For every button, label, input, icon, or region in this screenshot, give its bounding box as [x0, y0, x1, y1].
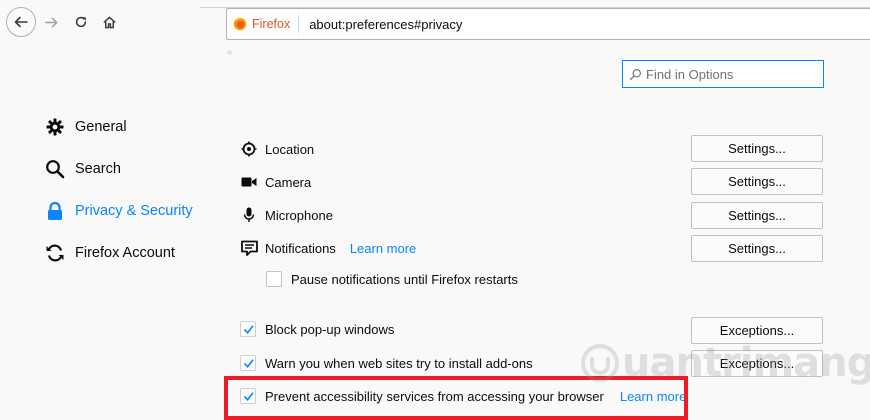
camera-icon: [240, 173, 258, 191]
camera-settings-button[interactable]: Settings...: [691, 168, 823, 195]
microphone-settings-button[interactable]: Settings...: [691, 202, 823, 229]
permission-microphone: Microphone: [240, 204, 333, 226]
notifications-settings-button[interactable]: Settings...: [691, 235, 823, 262]
identity-box[interactable]: Firefox: [233, 15, 300, 33]
notifications-learn-more-link[interactable]: Learn more: [350, 241, 416, 256]
find-in-options-input[interactable]: [646, 66, 816, 82]
checkmark-icon: [243, 358, 253, 368]
forward-arrow-icon: [44, 17, 57, 27]
sidebar-item-label: General: [75, 119, 127, 135]
decorative-dot: [227, 50, 232, 55]
sidebar-item-label: Privacy & Security: [75, 203, 193, 219]
pause-notifications-row: Pause notifications until Firefox restar…: [266, 268, 518, 290]
permission-label: Microphone: [265, 207, 333, 223]
permission-label: Camera: [265, 174, 312, 190]
find-in-options-box[interactable]: [622, 60, 824, 88]
popup-exceptions-button[interactable]: Exceptions...: [691, 317, 823, 344]
lock-icon: [44, 200, 66, 222]
block-popups-label: Block pop-up windows: [265, 321, 395, 337]
block-popups-row: Block pop-up windows: [240, 318, 394, 340]
warn-addons-label: Warn you when web sites try to install a…: [265, 355, 533, 371]
back-button[interactable]: [6, 7, 36, 37]
highlight-box: [224, 376, 688, 420]
sidebar-item-label: Firefox Account: [75, 245, 175, 261]
microphone-icon: [240, 206, 258, 224]
checkmark-icon: [243, 324, 253, 334]
sidebar-item-firefox-account[interactable]: Firefox Account: [44, 240, 175, 266]
search-icon: [629, 68, 641, 80]
warn-addons-row: Warn you when web sites try to install a…: [240, 352, 533, 374]
gear-icon: [44, 116, 66, 138]
pause-notifications-checkbox[interactable]: [266, 271, 282, 287]
firefox-logo-icon: [233, 17, 247, 31]
addons-exceptions-button[interactable]: Exceptions...: [691, 350, 823, 377]
identity-label: Firefox: [252, 17, 291, 31]
sidebar-item-privacy-security[interactable]: Privacy & Security: [44, 198, 193, 224]
url-text[interactable]: about:preferences#privacy: [299, 17, 462, 32]
permission-label: Notifications: [265, 240, 336, 256]
sidebar-item-label: Search: [75, 161, 121, 177]
notification-icon: [240, 239, 258, 257]
permission-camera: Camera: [240, 171, 311, 193]
home-button[interactable]: [98, 8, 120, 36]
sidebar-item-search[interactable]: Search: [44, 156, 121, 182]
forward-button[interactable]: [40, 8, 62, 36]
sync-icon: [44, 242, 66, 264]
search-icon: [44, 158, 66, 180]
home-icon: [102, 16, 116, 28]
block-popups-checkbox[interactable]: [240, 321, 256, 337]
back-arrow-icon: [14, 16, 28, 28]
url-bar[interactable]: Firefox about:preferences#privacy: [226, 8, 870, 40]
sidebar-item-general[interactable]: General: [44, 114, 127, 140]
reload-icon: [75, 16, 87, 28]
permission-notifications: Notifications Learn more: [240, 237, 416, 259]
warn-addons-checkbox[interactable]: [240, 355, 256, 371]
pause-notifications-label: Pause notifications until Firefox restar…: [291, 271, 518, 287]
reload-button[interactable]: [70, 8, 92, 36]
permission-label: Location: [265, 141, 315, 157]
location-settings-button[interactable]: Settings...: [691, 135, 823, 162]
permission-location: Location: [240, 138, 314, 160]
navigation-toolbar: Firefox about:preferences#privacy: [0, 0, 870, 44]
location-icon: [240, 140, 258, 158]
